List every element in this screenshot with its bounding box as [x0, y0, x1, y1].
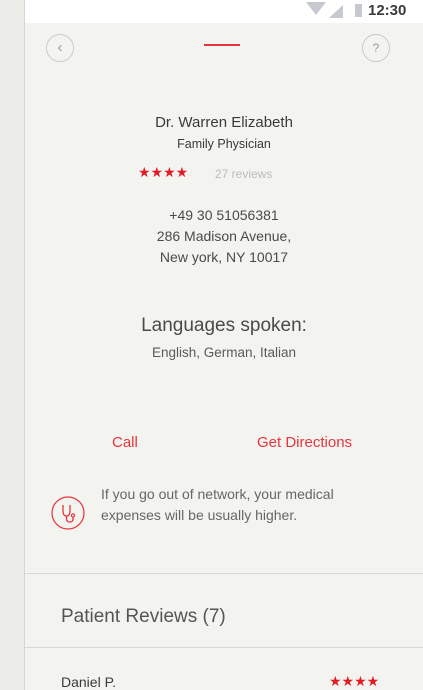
network-notice-line-2: expenses will be usually higher. [101, 507, 298, 523]
rating-row: ★★★★ 27 reviews [138, 164, 318, 184]
help-button[interactable]: ? [362, 34, 390, 62]
address-line-1: 286 Madison Avenue, [156, 228, 292, 244]
status-bar: 12:30 [25, 0, 423, 23]
reviewer-name: Daniel P. [61, 674, 117, 690]
star-rating-icon: ★★★★ [138, 164, 189, 180]
get-directions-button[interactable]: Get Directions [257, 434, 352, 451]
network-notice-line-1: If you go out of network, your medical [101, 486, 334, 502]
header-indicator [204, 44, 240, 46]
review-count[interactable]: 27 reviews [215, 167, 272, 181]
doctor-specialty: Family Physician [177, 137, 271, 151]
signal-icon [329, 5, 343, 18]
review-star-icon: ★★★★ [329, 673, 380, 689]
page: 12:30 ‹ ? Dr. Warren Elizabeth Family Ph… [0, 0, 423, 690]
section-divider [25, 573, 423, 574]
left-panel-edge [0, 0, 25, 690]
stethoscope-icon [51, 496, 85, 530]
address-line-2: New york, NY 10017 [159, 249, 289, 265]
battery-icon [355, 4, 362, 17]
question-icon: ? [372, 41, 380, 55]
chevron-left-icon: ‹ [57, 39, 63, 56]
section-divider [25, 647, 423, 648]
wifi-icon [306, 2, 326, 15]
languages-list: English, German, Italian [151, 345, 297, 360]
doctor-detail-screen: 12:30 ‹ ? Dr. Warren Elizabeth Family Ph… [25, 0, 423, 690]
languages-title: Languages spoken: [141, 315, 307, 336]
doctor-name: Dr. Warren Elizabeth [155, 114, 293, 131]
phone-number: +49 30 51056381 [169, 207, 279, 223]
status-time: 12:30 [368, 2, 407, 19]
patient-reviews-title[interactable]: Patient Reviews (7) [61, 606, 226, 628]
back-button[interactable]: ‹ [46, 34, 74, 62]
call-button[interactable]: Call [112, 434, 138, 451]
